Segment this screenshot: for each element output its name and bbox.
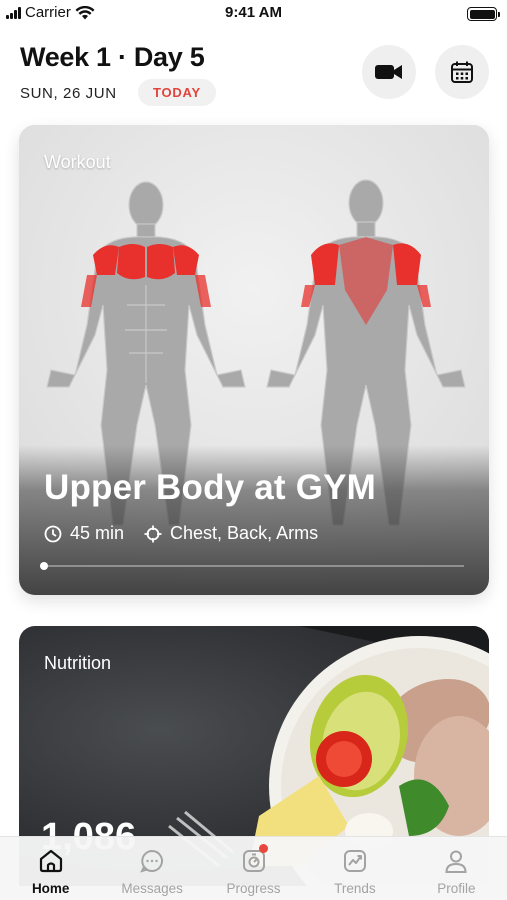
calendar-button[interactable] bbox=[435, 45, 489, 99]
nutrition-card-label: Nutrition bbox=[44, 653, 112, 673]
battery-icon bbox=[467, 7, 500, 21]
home-icon bbox=[36, 846, 66, 876]
tab-trends-label: Trends bbox=[334, 881, 376, 896]
tab-messages[interactable]: Messages bbox=[101, 837, 202, 900]
video-button[interactable] bbox=[362, 45, 416, 99]
workout-muscles-label: Chest, Back, Arms bbox=[170, 523, 319, 543]
workout-card-label: Workout bbox=[44, 152, 111, 172]
tab-home-label: Home bbox=[31, 881, 70, 896]
today-badge[interactable]: TODAY bbox=[138, 79, 216, 106]
workout-muscles: Chest, Back, Arms bbox=[144, 523, 318, 544]
header-date: SUN, 26 JUN bbox=[20, 85, 117, 102]
chat-bubble-icon bbox=[137, 846, 167, 876]
page-title: Week 1 · Day 5 bbox=[20, 42, 205, 72]
status-time: 9:41 AM bbox=[225, 4, 282, 21]
tab-profile-label: Profile bbox=[437, 881, 476, 896]
workout-card[interactable]: Workout Upper Body at GYM 45 min Chest, … bbox=[19, 125, 489, 595]
target-icon bbox=[144, 525, 162, 542]
progress-icon bbox=[239, 844, 269, 876]
workout-duration: 45 min bbox=[44, 523, 124, 544]
tab-home[interactable]: Home bbox=[0, 837, 101, 900]
video-camera-icon bbox=[375, 65, 402, 79]
person-icon bbox=[441, 846, 471, 876]
progress-notification-dot bbox=[258, 844, 268, 853]
tab-messages-label: Messages bbox=[121, 881, 183, 896]
tab-trends[interactable]: Trends bbox=[304, 837, 405, 900]
tab-profile[interactable]: Profile bbox=[406, 837, 507, 900]
clock-icon bbox=[44, 525, 62, 542]
bottom-tab-bar: Home Messages Progress Trends Profile bbox=[0, 836, 507, 900]
workout-progress-bar[interactable] bbox=[40, 562, 464, 570]
calendar-icon bbox=[451, 61, 473, 83]
workout-title: Upper Body at GYM bbox=[44, 468, 377, 507]
tab-progress[interactable]: Progress bbox=[203, 837, 304, 900]
tab-progress-label: Progress bbox=[226, 881, 281, 896]
trends-chart-icon bbox=[340, 846, 370, 876]
status-bar: Carrier 9:41 AM bbox=[0, 0, 507, 28]
workout-meta: 45 min Chest, Back, Arms bbox=[44, 523, 338, 544]
workout-progress-handle[interactable] bbox=[40, 562, 48, 570]
workout-duration-label: 45 min bbox=[70, 523, 125, 543]
